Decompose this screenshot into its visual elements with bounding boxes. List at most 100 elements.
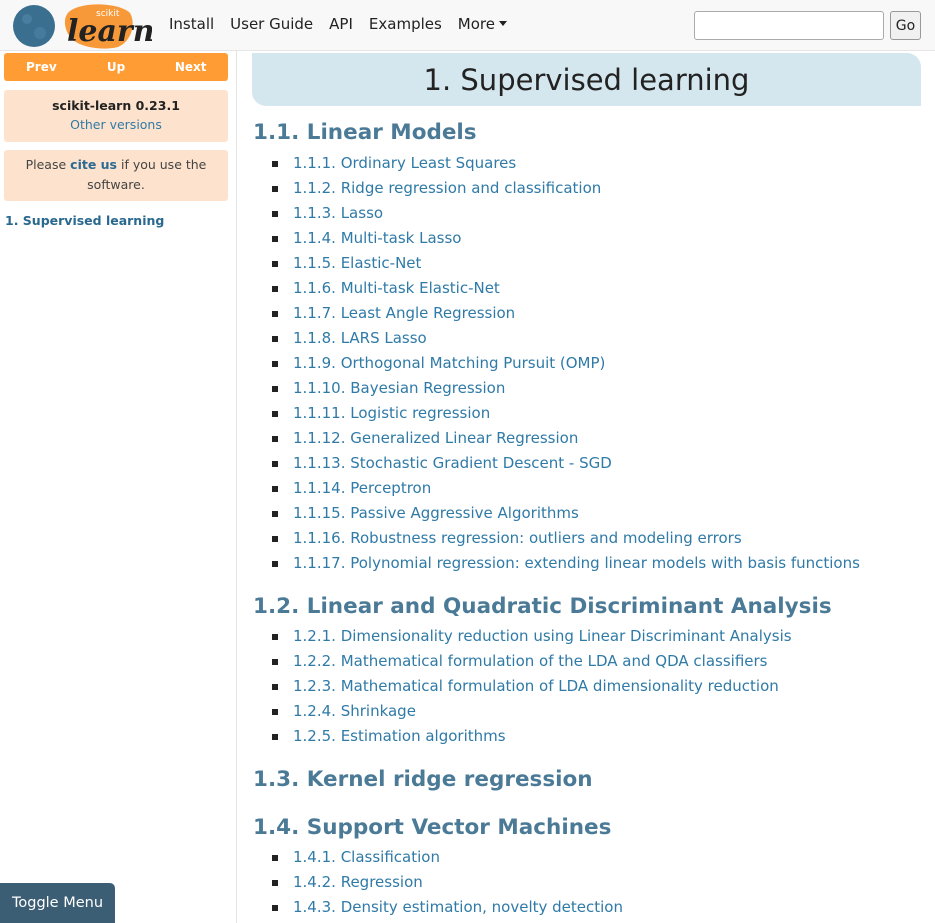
up-link[interactable]: Up bbox=[79, 60, 154, 74]
prev-up-next-bar: Prev Up Next bbox=[4, 53, 228, 81]
list-item: 1.1.6. Multi-task Elastic-Net bbox=[270, 276, 860, 301]
bullet-square-icon bbox=[272, 486, 278, 492]
section-heading-svm[interactable]: 1.4. Support Vector Machines bbox=[253, 815, 611, 840]
toc-link[interactable]: 1.1.10. Bayesian Regression bbox=[293, 379, 505, 397]
list-item: 1.1.10. Bayesian Regression bbox=[270, 376, 860, 401]
list-item: 1.1.9. Orthogonal Matching Pursuit (OMP) bbox=[270, 351, 860, 376]
toc-link[interactable]: 1.1.12. Generalized Linear Regression bbox=[293, 429, 578, 447]
toc-list-svm: 1.4.1. Classification 1.4.2. Regression … bbox=[270, 845, 623, 920]
bullet-square-icon bbox=[272, 211, 278, 217]
bullet-square-icon bbox=[272, 880, 278, 886]
search-input[interactable] bbox=[694, 11, 884, 40]
list-item: 1.2.5. Estimation algorithms bbox=[270, 724, 792, 749]
bullet-square-icon bbox=[272, 511, 278, 517]
toc-link[interactable]: 1.1.1. Ordinary Least Squares bbox=[293, 154, 516, 172]
toc-link[interactable]: 1.1.17. Polynomial regression: extending… bbox=[293, 554, 860, 572]
list-item: 1.2.2. Mathematical formulation of the L… bbox=[270, 649, 792, 674]
search-go-button[interactable]: Go bbox=[890, 11, 921, 40]
toc-link[interactable]: 1.1.3. Lasso bbox=[293, 204, 383, 222]
list-item: 1.4.2. Regression bbox=[270, 870, 623, 895]
toc-link[interactable]: 1.2.3. Mathematical formulation of LDA d… bbox=[293, 677, 779, 695]
toc-link[interactable]: 1.1.14. Perceptron bbox=[293, 479, 431, 497]
toggle-menu-button[interactable]: Toggle Menu bbox=[0, 883, 115, 923]
bullet-square-icon bbox=[272, 855, 278, 861]
toc-link[interactable]: 1.2.4. Shrinkage bbox=[293, 702, 416, 720]
title-banner: 1. Supervised learning bbox=[252, 53, 921, 106]
toc-link[interactable]: 1.4.3. Density estimation, novelty detec… bbox=[293, 898, 623, 916]
prev-link[interactable]: Prev bbox=[4, 60, 79, 74]
bullet-square-icon bbox=[272, 336, 278, 342]
list-item: 1.1.2. Ridge regression and classificati… bbox=[270, 176, 860, 201]
toc-link[interactable]: 1.2.2. Mathematical formulation of the L… bbox=[293, 652, 767, 670]
toc-link[interactable]: 1.2.1. Dimensionality reduction using Li… bbox=[293, 627, 792, 645]
list-item: 1.1.11. Logistic regression bbox=[270, 401, 860, 426]
toc-link[interactable]: 1.1.4. Multi-task Lasso bbox=[293, 229, 461, 247]
list-item: 1.2.1. Dimensionality reduction using Li… bbox=[270, 624, 792, 649]
toc-link[interactable]: 1.1.11. Logistic regression bbox=[293, 404, 490, 422]
bullet-square-icon bbox=[272, 536, 278, 542]
logo-big-text: learn bbox=[67, 14, 152, 49]
caret-down-icon bbox=[498, 21, 507, 26]
list-item: 1.1.3. Lasso bbox=[270, 201, 860, 226]
bullet-square-icon bbox=[272, 261, 278, 267]
toc-link[interactable]: 1.4.2. Regression bbox=[293, 873, 423, 891]
bullet-square-icon bbox=[272, 361, 278, 367]
nav-api-link[interactable]: API bbox=[329, 15, 353, 33]
nav-links: Install User Guide API Examples More bbox=[169, 15, 523, 33]
list-item: 1.1.4. Multi-task Lasso bbox=[270, 226, 860, 251]
bullet-square-icon bbox=[272, 311, 278, 317]
list-item: 1.1.16. Robustness regression: outliers … bbox=[270, 526, 860, 551]
toc-list-linear-models: 1.1.1. Ordinary Least Squares 1.1.2. Rid… bbox=[270, 151, 860, 576]
bullet-square-icon bbox=[272, 186, 278, 192]
top-navbar: scikit learn Install User Guide API Exam… bbox=[0, 0, 935, 51]
bullet-square-icon bbox=[272, 659, 278, 665]
bullet-square-icon bbox=[272, 634, 278, 640]
cite-box: Please cite us if you use the software. bbox=[4, 150, 228, 201]
bullet-square-icon bbox=[272, 436, 278, 442]
toc-link[interactable]: 1.1.7. Least Angle Regression bbox=[293, 304, 515, 322]
bullet-square-icon bbox=[272, 236, 278, 242]
bullet-square-icon bbox=[272, 709, 278, 715]
bullet-square-icon bbox=[272, 286, 278, 292]
sidebar-item-supervised-learning[interactable]: 1. Supervised learning bbox=[5, 213, 164, 228]
bullet-square-icon bbox=[272, 905, 278, 911]
toc-link[interactable]: 1.1.16. Robustness regression: outliers … bbox=[293, 529, 742, 547]
cite-text-before: Please bbox=[25, 157, 71, 172]
nav-examples-link[interactable]: Examples bbox=[369, 15, 442, 33]
bullet-square-icon bbox=[272, 734, 278, 740]
toc-list-lda-qda: 1.2.1. Dimensionality reduction using Li… bbox=[270, 624, 792, 749]
toc-link[interactable]: 1.2.5. Estimation algorithms bbox=[293, 727, 506, 745]
next-link[interactable]: Next bbox=[153, 60, 228, 74]
list-item: 1.1.14. Perceptron bbox=[270, 476, 860, 501]
nav-more-label: More bbox=[457, 15, 495, 33]
bullet-square-icon bbox=[272, 461, 278, 467]
bullet-square-icon bbox=[272, 684, 278, 690]
toc-link[interactable]: 1.1.5. Elastic-Net bbox=[293, 254, 421, 272]
section-heading-lda-qda[interactable]: 1.2. Linear and Quadratic Discriminant A… bbox=[253, 594, 832, 619]
list-item: 1.1.7. Least Angle Regression bbox=[270, 301, 860, 326]
toc-link[interactable]: 1.1.9. Orthogonal Matching Pursuit (OMP) bbox=[293, 354, 605, 372]
toc-link[interactable]: 1.1.2. Ridge regression and classificati… bbox=[293, 179, 601, 197]
toc-link[interactable]: 1.4.1. Classification bbox=[293, 848, 440, 866]
scikit-learn-logo[interactable]: scikit learn bbox=[12, 3, 152, 49]
toc-link[interactable]: 1.1.13. Stochastic Gradient Descent - SG… bbox=[293, 454, 612, 472]
bullet-square-icon bbox=[272, 161, 278, 167]
list-item: 1.1.15. Passive Aggressive Algorithms bbox=[270, 501, 860, 526]
section-heading-linear-models[interactable]: 1.1. Linear Models bbox=[253, 120, 477, 145]
other-versions-link[interactable]: Other versions bbox=[4, 117, 228, 132]
toc-link[interactable]: 1.1.6. Multi-task Elastic-Net bbox=[293, 279, 500, 297]
toc-link[interactable]: 1.1.8. LARS Lasso bbox=[293, 329, 427, 347]
cite-us-link[interactable]: cite us bbox=[70, 157, 117, 172]
list-item: 1.4.3. Density estimation, novelty detec… bbox=[270, 895, 623, 920]
toc-link[interactable]: 1.1.15. Passive Aggressive Algorithms bbox=[293, 504, 579, 522]
list-item: 1.1.17. Polynomial regression: extending… bbox=[270, 551, 860, 576]
section-heading-kernel-ridge[interactable]: 1.3. Kernel ridge regression bbox=[253, 767, 593, 792]
nav-more-dropdown[interactable]: More bbox=[458, 15, 507, 33]
page-title: 1. Supervised learning bbox=[423, 62, 750, 97]
sidebar: Prev Up Next scikit-learn 0.23.1 Other v… bbox=[0, 50, 237, 923]
list-item: 1.1.5. Elastic-Net bbox=[270, 251, 860, 276]
list-item: 1.4.1. Classification bbox=[270, 845, 623, 870]
bullet-square-icon bbox=[272, 386, 278, 392]
nav-user-guide-link[interactable]: User Guide bbox=[230, 15, 313, 33]
nav-install-link[interactable]: Install bbox=[169, 15, 214, 33]
